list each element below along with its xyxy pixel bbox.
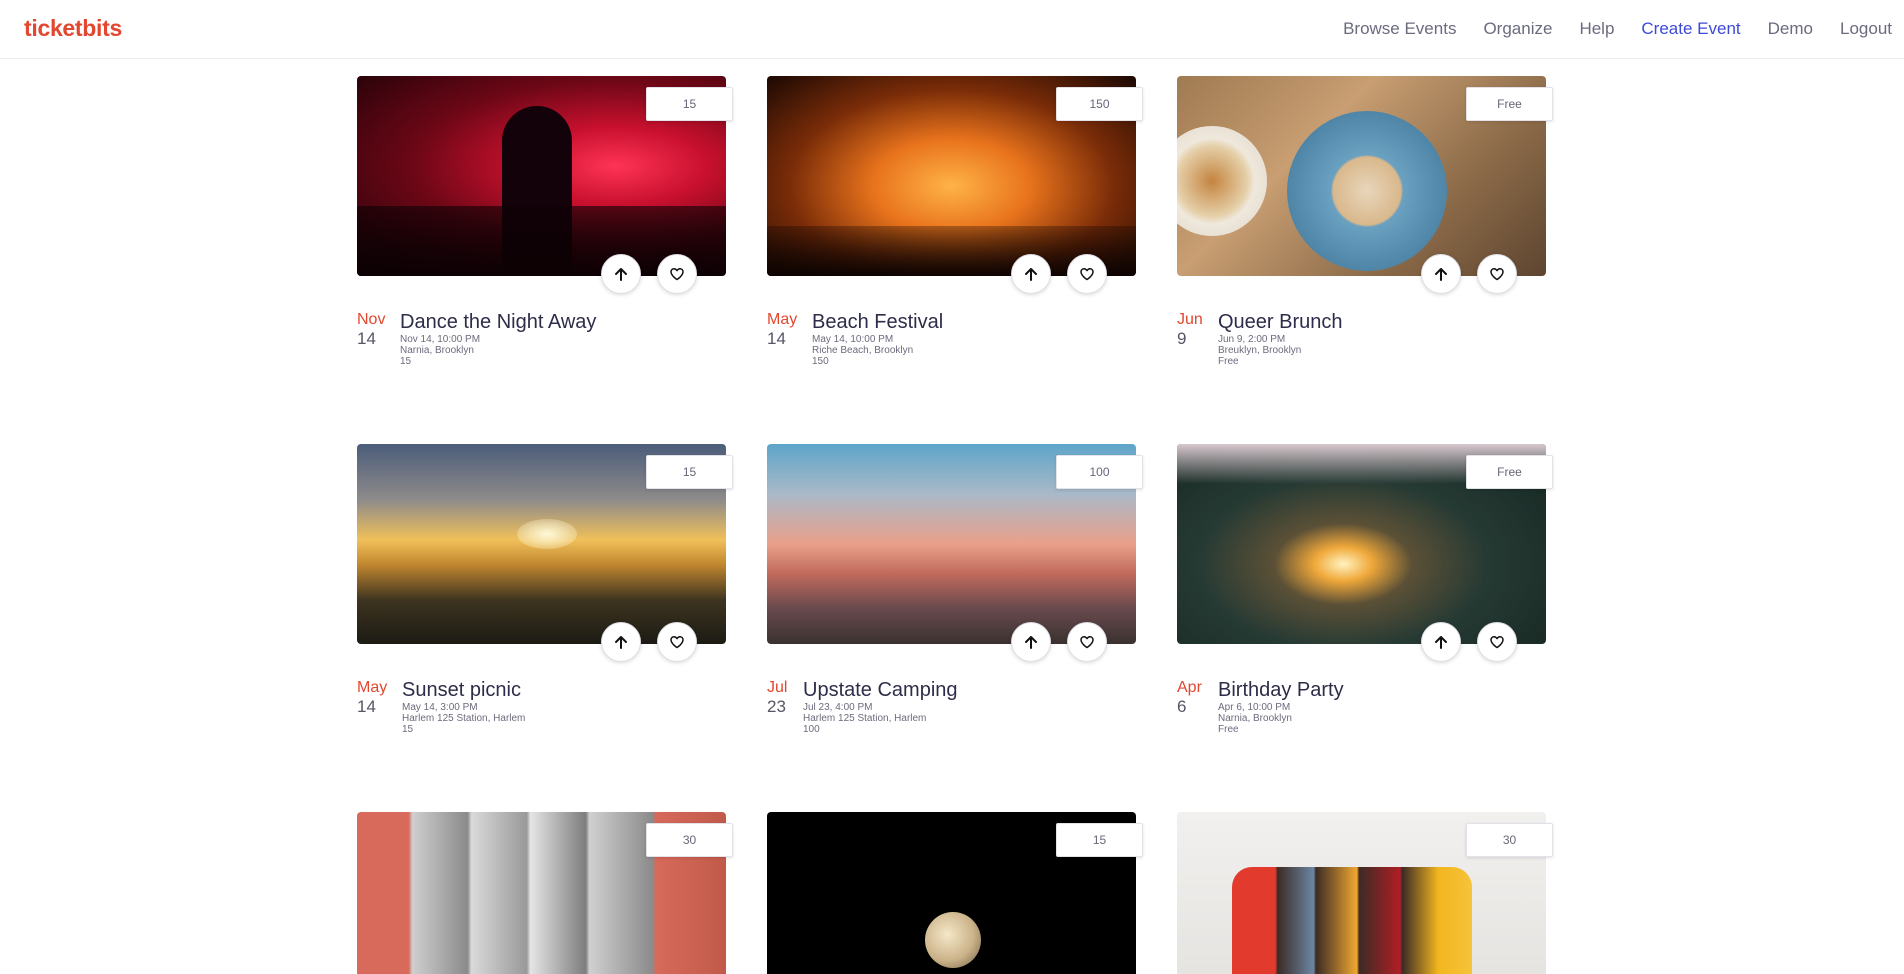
arrow-up-icon [1025,268,1037,281]
event-location: Harlem 125 Station, Harlem [402,713,526,724]
upvote-button[interactable] [1011,254,1051,294]
event-datetime: Nov 14, 10:00 PM [400,334,481,345]
event-title[interactable]: Beach Festival [812,310,1132,334]
event-price: 100 [803,724,820,735]
event-month: Jun [1177,311,1203,328]
event-card[interactable]: 15 May 14 Sunset picnic May 14, 3:00 PM … [357,444,733,784]
nav-links: Browse Events Organize Help Create Event… [1343,19,1892,39]
event-date: Apr 6 [1177,679,1217,717]
event-card[interactable]: 30 [357,812,733,974]
event-location: Riche Beach, Brooklyn [812,345,914,356]
price-badge: 150 [1056,87,1143,121]
nav-browse-events[interactable]: Browse Events [1343,19,1456,39]
price-badge: Free [1466,87,1553,121]
heart-icon [1490,636,1504,649]
event-month: Nov [357,311,386,328]
like-button[interactable] [657,254,697,294]
event-day: 6 [1177,697,1187,716]
event-datetime: May 14, 3:00 PM [402,702,478,713]
event-card[interactable]: 100 Jul 23 Upstate Camping Jul 23, 4:00 … [767,444,1143,784]
nav-logout[interactable]: Logout [1840,19,1892,39]
event-day: 9 [1177,329,1187,348]
event-card[interactable]: 15 [767,812,1143,974]
heart-icon [1080,268,1094,281]
event-info: Upstate Camping Jul 23, 4:00 PM Harlem 1… [803,678,1123,735]
event-date: Jun 9 [1177,311,1217,349]
nav-help[interactable]: Help [1579,19,1614,39]
event-datetime: May 14, 10:00 PM [812,334,894,345]
upvote-button[interactable] [1421,622,1461,662]
arrow-up-icon [615,268,627,281]
like-button[interactable] [1477,622,1517,662]
price-badge: 15 [1056,823,1143,857]
event-day: 23 [767,697,786,716]
heart-icon [1490,268,1504,281]
price-badge: 15 [646,455,733,489]
event-title[interactable]: Queer Brunch [1218,310,1538,334]
event-month: May [357,679,388,696]
event-date: May 14 [767,311,807,349]
like-button[interactable] [657,622,697,662]
event-location: Breuklyn, Brooklyn [1218,345,1302,356]
event-info: Beach Festival May 14, 10:00 PM Riche Be… [812,310,1132,367]
upvote-button[interactable] [601,622,641,662]
event-datetime: Apr 6, 10:00 PM [1218,702,1291,713]
heart-icon [670,268,684,281]
event-date: May 14 [357,679,397,717]
event-info: Queer Brunch Jun 9, 2:00 PM Breuklyn, Br… [1218,310,1538,367]
nav-organize[interactable]: Organize [1483,19,1552,39]
event-location: Narnia, Brooklyn [1218,713,1292,724]
price-badge: 30 [646,823,733,857]
event-price: 15 [402,724,414,735]
upvote-button[interactable] [1011,622,1051,662]
event-title[interactable]: Dance the Night Away [400,310,720,334]
price-badge: 30 [1466,823,1553,857]
event-title[interactable]: Sunset picnic [402,678,722,702]
price-badge: 15 [646,87,733,121]
event-info: Dance the Night Away Nov 14, 10:00 PM Na… [400,310,720,367]
event-price: Free [1218,724,1239,735]
top-navbar: ticketbits Browse Events Organize Help C… [0,0,1904,59]
event-card[interactable]: 150 May 14 Beach Festival May 14, 10:00 … [767,76,1143,416]
event-date: Nov 14 [357,311,397,349]
event-card[interactable]: 15 Nov 14 Dance the Night Away Nov 14, 1… [357,76,733,416]
event-card[interactable]: Free Apr 6 Birthday Party Apr 6, 10:00 P… [1177,444,1553,784]
like-button[interactable] [1067,622,1107,662]
event-price: Free [1218,356,1239,367]
upvote-button[interactable] [601,254,641,294]
event-date: Jul 23 [767,679,807,717]
nav-demo[interactable]: Demo [1768,19,1813,39]
brand-logo[interactable]: ticketbits [24,15,122,42]
event-day: 14 [767,329,786,348]
event-month: Apr [1177,679,1202,696]
like-button[interactable] [1477,254,1517,294]
like-button[interactable] [1067,254,1107,294]
arrow-up-icon [615,636,627,649]
event-title[interactable]: Birthday Party [1218,678,1538,702]
price-badge: Free [1466,455,1553,489]
event-month: Jul [767,679,788,696]
event-location: Harlem 125 Station, Harlem [803,713,927,724]
event-datetime: Jul 23, 4:00 PM [803,702,873,713]
arrow-up-icon [1025,636,1037,649]
event-price: 150 [812,356,829,367]
event-title[interactable]: Upstate Camping [803,678,1123,702]
event-info: Birthday Party Apr 6, 10:00 PM Narnia, B… [1218,678,1538,735]
heart-icon [1080,636,1094,649]
heart-icon [670,636,684,649]
nav-create-event[interactable]: Create Event [1641,19,1740,39]
event-price: 15 [400,356,412,367]
arrow-up-icon [1435,268,1447,281]
price-badge: 100 [1056,455,1143,489]
event-info: Sunset picnic May 14, 3:00 PM Harlem 125… [402,678,722,735]
upvote-button[interactable] [1421,254,1461,294]
event-datetime: Jun 9, 2:00 PM [1218,334,1286,345]
event-day: 14 [357,697,376,716]
event-month: May [767,311,798,328]
event-card[interactable]: 30 [1177,812,1553,974]
event-day: 14 [357,329,376,348]
arrow-up-icon [1435,636,1447,649]
event-location: Narnia, Brooklyn [400,345,474,356]
event-card[interactable]: Free Jun 9 Queer Brunch Jun 9, 2:00 PM B… [1177,76,1553,416]
